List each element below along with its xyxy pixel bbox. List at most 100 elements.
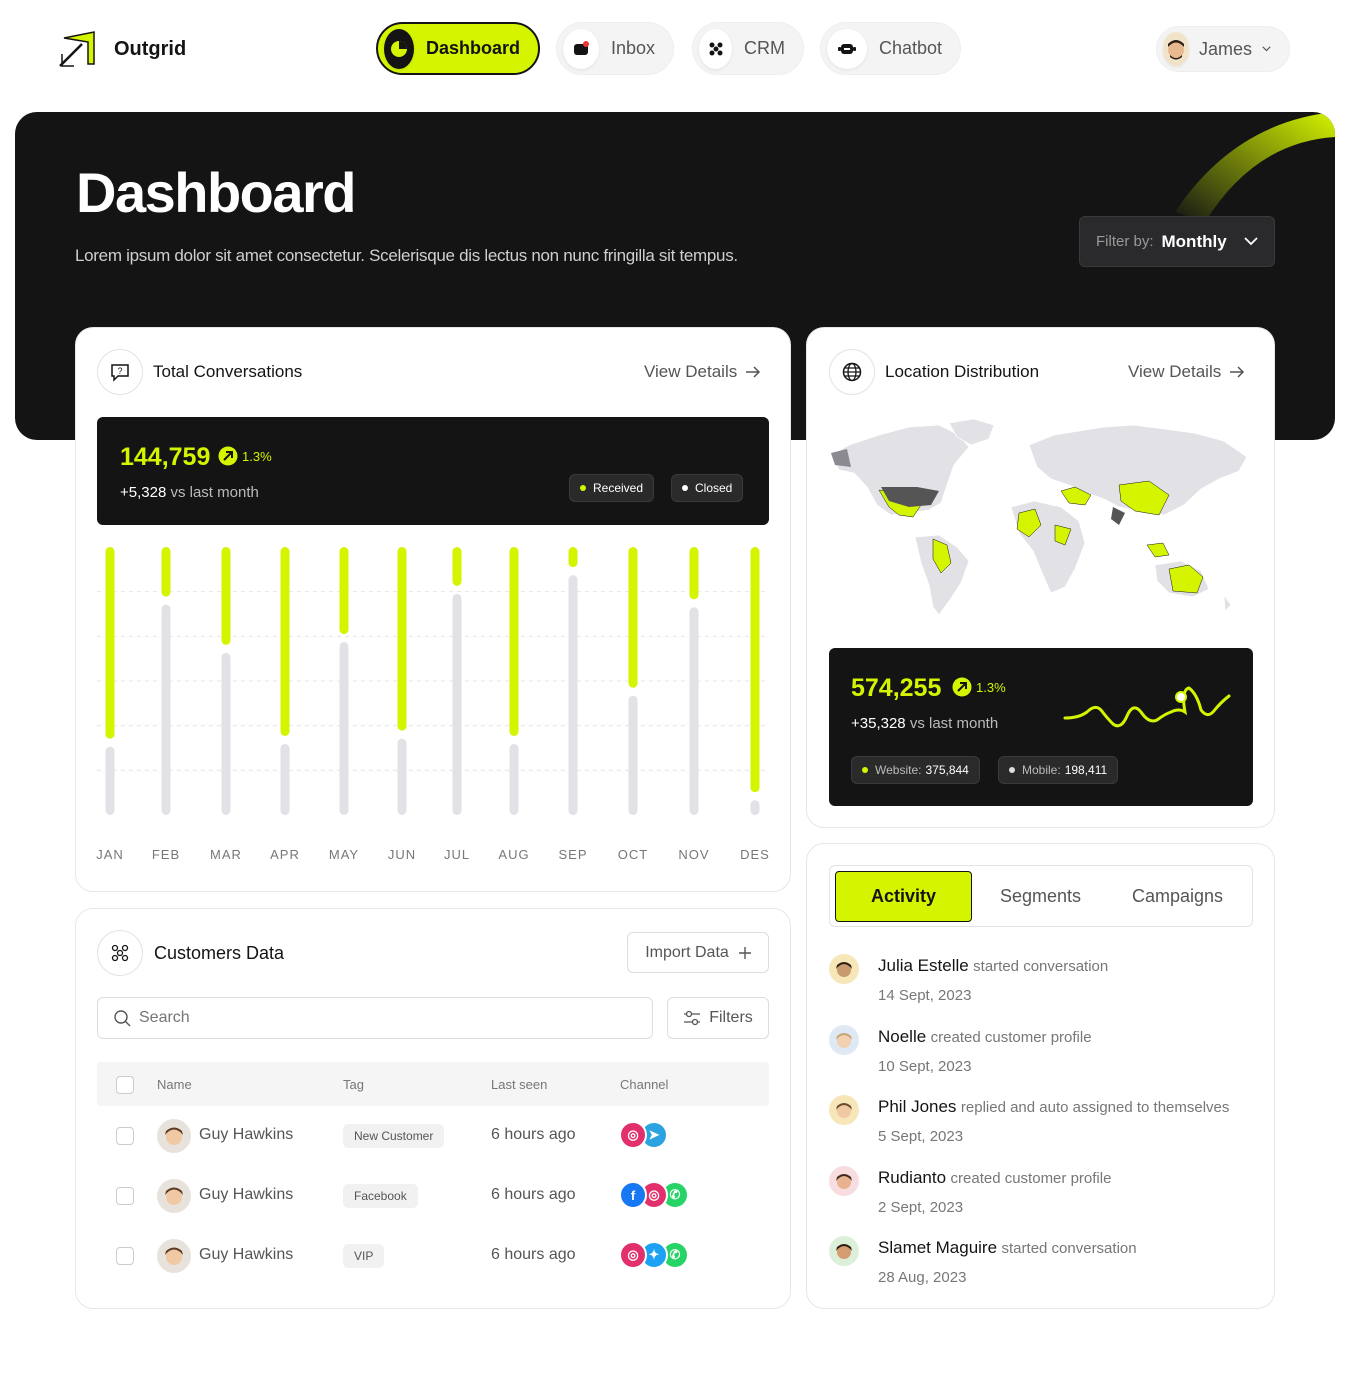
- website-dot-icon: [862, 767, 868, 773]
- month-label-nov: NOV: [678, 847, 710, 862]
- bar-received-nov[interactable]: [689, 547, 699, 600]
- facebook-icon[interactable]: f: [619, 1181, 647, 1209]
- website-chip: Website: 375,844: [851, 756, 980, 784]
- conversations-change: 1.3%: [242, 448, 272, 464]
- import-data-button[interactable]: Import Data: [627, 932, 769, 973]
- bar-closed-jul[interactable]: [452, 593, 462, 815]
- bar-received-feb[interactable]: [161, 547, 171, 597]
- column-name[interactable]: Name: [157, 1077, 192, 1092]
- activity-user-name[interactable]: Rudianto: [878, 1168, 946, 1187]
- activity-text: Noelle created customer profile: [878, 1027, 1092, 1047]
- arrow-right-icon: [1230, 366, 1245, 378]
- activity-avatar: [829, 1165, 859, 1196]
- location-view-details[interactable]: View Details: [1128, 362, 1245, 382]
- activity-action: replied and auto assigned to themselves: [960, 1099, 1230, 1116]
- bar-closed-des[interactable]: [750, 800, 760, 815]
- legend-received[interactable]: Received: [569, 474, 655, 502]
- bar-received-jun[interactable]: [397, 547, 407, 731]
- row-checkbox[interactable]: [116, 1127, 134, 1145]
- instagram-icon[interactable]: ◎: [619, 1121, 647, 1149]
- row-checkbox[interactable]: [116, 1247, 134, 1265]
- bar-received-oct[interactable]: [628, 547, 638, 688]
- nav-crm[interactable]: CRM: [692, 22, 804, 75]
- bar-received-apr[interactable]: [280, 547, 290, 736]
- delta-value: +35,328: [851, 715, 906, 732]
- activity-date: 10 Sept, 2023: [878, 1057, 972, 1075]
- mobile-chip: Mobile: 198,411: [998, 756, 1119, 784]
- column-channel[interactable]: Channel: [620, 1077, 668, 1092]
- user-menu[interactable]: James: [1156, 26, 1290, 72]
- legend-closed[interactable]: Closed: [671, 474, 744, 502]
- tab-activity[interactable]: Activity: [835, 871, 972, 922]
- month-label-oct: OCT: [617, 847, 649, 862]
- search-input[interactable]: [139, 1009, 619, 1027]
- inbox-icon: [563, 28, 599, 69]
- bar-received-des[interactable]: [750, 547, 760, 793]
- bar-closed-aug[interactable]: [509, 743, 519, 815]
- activity-text: Slamet Maguire started conversation: [878, 1238, 1137, 1258]
- delta-value: +5,328: [120, 484, 167, 501]
- bar-closed-oct[interactable]: [628, 695, 638, 815]
- brand-logo[interactable]: [58, 30, 98, 68]
- bar-received-jan[interactable]: [105, 547, 115, 739]
- customer-name[interactable]: Guy Hawkins: [199, 1186, 293, 1204]
- brand-name: Outgrid: [114, 38, 187, 60]
- last-seen: 6 hours ago: [491, 1186, 576, 1203]
- activity-user-name[interactable]: Julia Estelle: [878, 956, 969, 975]
- decorative-arc: [1175, 112, 1335, 222]
- users-group-icon: [97, 930, 143, 976]
- nav-dashboard[interactable]: Dashboard: [376, 22, 540, 75]
- conversations-view-details[interactable]: View Details: [644, 362, 761, 382]
- activity-user-name[interactable]: Slamet Maguire: [878, 1238, 997, 1257]
- search-icon: [114, 1009, 131, 1026]
- column-tag[interactable]: Tag: [343, 1077, 364, 1092]
- bar-closed-jan[interactable]: [105, 746, 115, 815]
- bar-closed-jun[interactable]: [397, 738, 407, 815]
- column-last-seen[interactable]: Last seen: [491, 1077, 547, 1092]
- nav-inbox[interactable]: Inbox: [556, 22, 674, 75]
- bar-closed-apr[interactable]: [280, 743, 290, 815]
- month-label-jun: JUN: [387, 847, 417, 862]
- select-all-checkbox[interactable]: [116, 1076, 134, 1094]
- row-checkbox[interactable]: [116, 1187, 134, 1205]
- instagram-icon[interactable]: ◎: [619, 1241, 647, 1269]
- bar-received-sep[interactable]: [568, 547, 578, 568]
- legend-closed-label: Closed: [695, 481, 733, 495]
- nav-chatbot[interactable]: Chatbot: [820, 22, 961, 75]
- tab-segments[interactable]: Segments: [972, 871, 1109, 922]
- mobile-label: Mobile:: [1022, 763, 1061, 777]
- bar-closed-nov[interactable]: [689, 607, 699, 815]
- search-field[interactable]: [97, 997, 653, 1039]
- sliders-icon: [684, 1010, 701, 1026]
- bar-closed-feb[interactable]: [161, 604, 171, 815]
- dashboard-icon: [384, 28, 414, 69]
- bar-received-jul[interactable]: [452, 547, 462, 586]
- month-label-sep: SEP: [558, 847, 588, 862]
- activity-action: created customer profile: [950, 1169, 1112, 1187]
- delta-suffix: vs last month: [909, 715, 999, 732]
- website-label: Website:: [875, 763, 922, 777]
- tab-campaigns[interactable]: Campaigns: [1109, 871, 1246, 922]
- month-label-mar: MAR: [210, 847, 242, 862]
- activity-action: started conversation: [973, 958, 1109, 975]
- bar-received-aug[interactable]: [509, 547, 519, 736]
- bar-received-may[interactable]: [339, 547, 349, 635]
- activity-avatar: [829, 954, 859, 984]
- activity-user-name[interactable]: Phil Jones: [878, 1097, 956, 1116]
- conversations-delta: +5,328 vs last month: [120, 484, 259, 501]
- bar-closed-sep[interactable]: [568, 575, 578, 815]
- filters-button[interactable]: Filters: [667, 997, 769, 1039]
- chatbot-icon: [827, 28, 867, 69]
- bar-received-mar[interactable]: [221, 547, 231, 645]
- month-label-may: MAY: [328, 847, 360, 862]
- bar-closed-may[interactable]: [339, 642, 349, 815]
- filter-dropdown[interactable]: Filter by: Monthly: [1079, 216, 1275, 267]
- crm-icon: [699, 28, 732, 69]
- month-label-feb: FEB: [151, 847, 181, 862]
- activity-user-name[interactable]: Noelle: [878, 1027, 926, 1046]
- activity-date: 2 Sept, 2023: [878, 1198, 964, 1216]
- activity-text: Rudianto created customer profile: [878, 1168, 1111, 1188]
- customer-name[interactable]: Guy Hawkins: [199, 1246, 293, 1264]
- customer-name[interactable]: Guy Hawkins: [199, 1126, 293, 1144]
- bar-closed-mar[interactable]: [221, 652, 231, 815]
